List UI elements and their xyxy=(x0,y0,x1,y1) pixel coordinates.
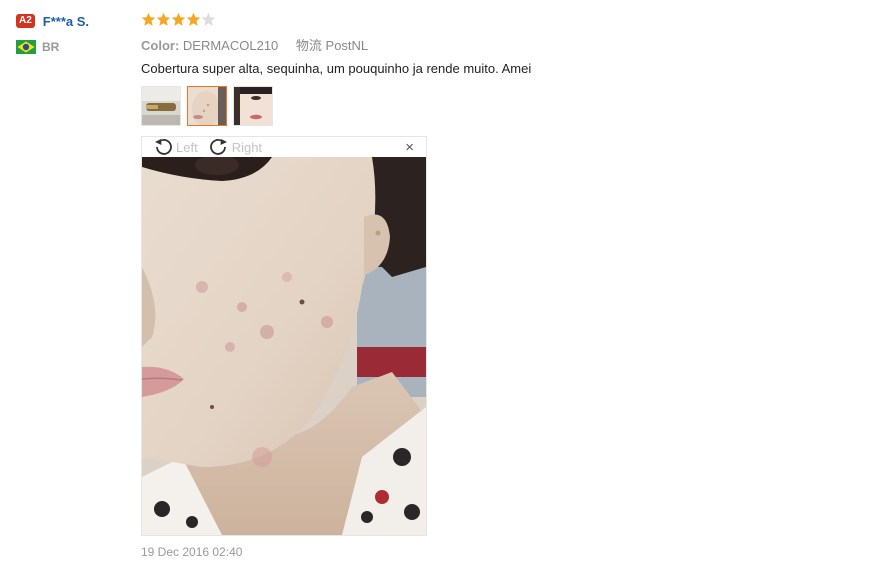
rotate-right-button[interactable]: Right xyxy=(208,137,262,157)
reviewer-info: A2 F***a S. BR xyxy=(16,12,126,56)
review-date: 19 Dec 2016 02:40 xyxy=(141,545,243,559)
face-photo-icon xyxy=(188,87,226,125)
rotate-right-icon xyxy=(209,139,227,155)
country-code: BR xyxy=(42,40,60,54)
photo-thumbnail[interactable] xyxy=(141,86,181,126)
shipping-method: 物流 PostNL xyxy=(295,38,369,53)
country-row: BR xyxy=(16,38,126,56)
photo-thumbnails xyxy=(141,86,279,126)
reviewer-row: A2 F***a S. xyxy=(16,12,126,30)
photo-thumbnail[interactable] xyxy=(233,86,273,126)
level-badge: A2 xyxy=(16,14,35,28)
product-meta: Color: DERMACOL210 物流 PostNL xyxy=(141,35,841,53)
rotate-left-label: Left xyxy=(176,139,198,155)
photo-thumbnail-active[interactable] xyxy=(187,86,227,126)
viewer-toolbar: Left Right × xyxy=(142,137,426,157)
reviewer-name[interactable]: F***a S. xyxy=(43,14,89,29)
rotate-right-label: Right xyxy=(231,139,263,155)
star-icon-filled xyxy=(186,12,201,26)
brazil-flag-icon xyxy=(16,40,36,54)
star-rating xyxy=(141,10,841,28)
star-icon-filled xyxy=(141,12,156,26)
review-photo xyxy=(142,157,426,535)
close-viewer-button[interactable]: × xyxy=(405,139,414,156)
photo-viewer: Left Right × xyxy=(141,136,427,536)
star-icon-filled xyxy=(171,12,186,26)
face-photo-icon xyxy=(234,87,272,125)
star-icon-empty xyxy=(201,12,216,26)
rotate-left-icon xyxy=(155,139,172,155)
product-photo-icon xyxy=(142,87,180,125)
star-icon-filled xyxy=(156,12,171,26)
rotate-left-button[interactable]: Left xyxy=(152,137,198,157)
review-content: Color: DERMACOL210 物流 PostNL Cobertura s… xyxy=(141,10,841,559)
review-text: Cobertura super alta, sequinha, um pouqu… xyxy=(141,61,532,76)
color-value: DERMACOL210 xyxy=(182,38,279,53)
color-label: Color: xyxy=(141,38,180,53)
